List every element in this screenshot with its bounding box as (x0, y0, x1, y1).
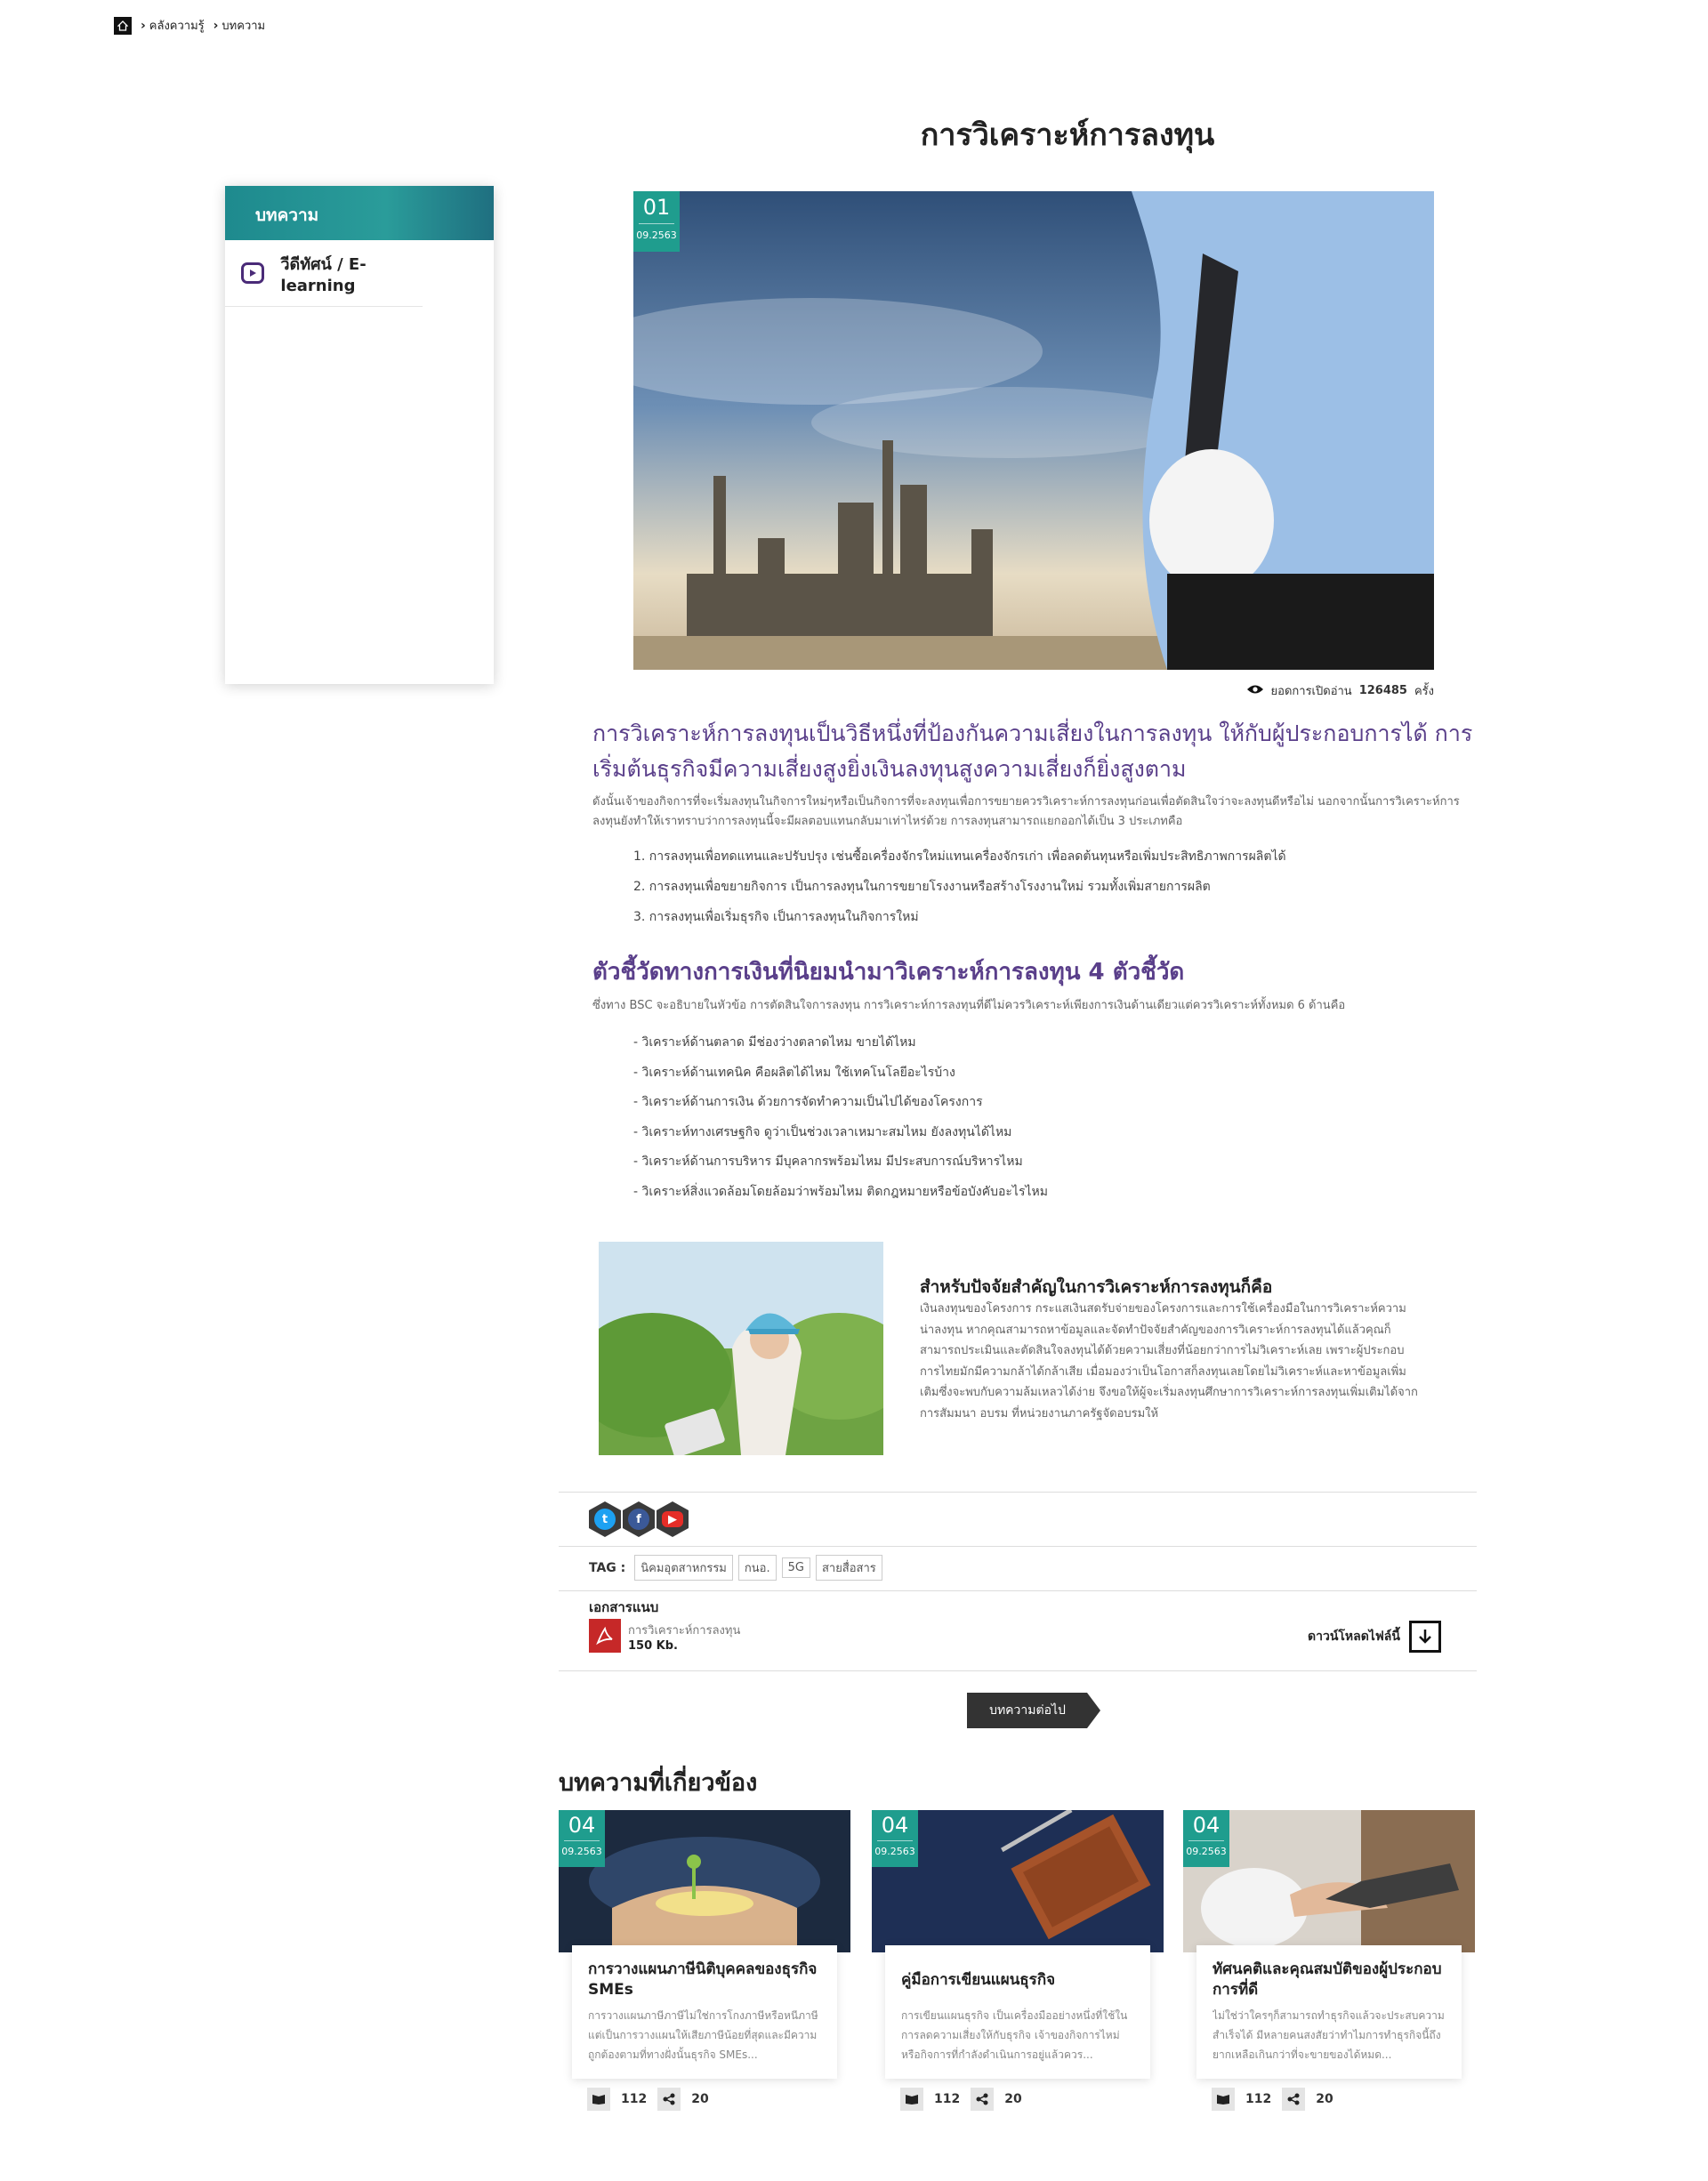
play-icon (241, 262, 265, 284)
card-title[interactable]: ทัศนคติและคุณสมบัติของผู้ประกอบการที่ดี (1213, 1958, 1446, 2002)
divider (559, 1546, 1477, 1547)
card-image[interactable]: 04 09.2563 (559, 1810, 850, 1952)
card-meta: 112 20 (900, 2088, 1022, 2111)
sidebar-header[interactable]: บทความ (225, 186, 494, 240)
list-item: - วิเคราะห์ด้านตลาด มีช่องว่างตลาดไหม ขา… (633, 1035, 916, 1050)
home-icon[interactable] (114, 16, 132, 35)
share-icon[interactable] (1282, 2088, 1306, 2111)
tag-label: TAG : (589, 1560, 626, 1575)
divider (559, 1492, 1477, 1493)
card-image[interactable]: 04 09.2563 (872, 1810, 1164, 1952)
tag[interactable]: กนอ. (737, 1555, 777, 1581)
sidebar-item-label: วีดีทัศน์ / E-learning (280, 255, 367, 295)
social-share: t f ▶ (589, 1501, 689, 1537)
list-item: 2. การลงทุนเพื่อขยายกิจการ เป็นการลงทุนใ… (633, 880, 1211, 894)
card-body[interactable]: ทัศนคติและคุณสมบัติของผู้ประกอบการที่ดี … (1196, 1945, 1462, 2079)
card-body[interactable]: คู่มือการเขียนแผนธุรกิจ การเขียนแผนธุรกิ… (885, 1945, 1150, 2079)
pdf-icon[interactable] (589, 1619, 621, 1653)
date-badge: 01 09.2563 (633, 191, 680, 252)
chevron-right-icon: › (141, 18, 146, 33)
divider (559, 1670, 1477, 1671)
view-count: ยอดการเปิดอ่าน 126485 ครั้ง (1068, 681, 1434, 700)
chevron-right-icon: › (213, 18, 219, 33)
card-image[interactable]: 04 09.2563 (1183, 1810, 1475, 1952)
feature-title: สำหรับปัจจัยสำคัญในการวิเคราะห์การลงทุนก… (920, 1277, 1273, 1297)
next-article-button[interactable]: บทความต่อไป (967, 1693, 1108, 1728)
list-item: - วิเคราะห์ด้านเทคนิค คือผลิตได้ไหม ใช้เ… (633, 1065, 955, 1080)
card-excerpt: ไม่ใช่ว่าใครๆก็สามารถทำธุรกิจแล้วจะประสบ… (1213, 2009, 1445, 2061)
facebook-icon[interactable]: f (623, 1501, 655, 1537)
section-paragraph: ซึ่งทาง BSC จะอธิบายในหัวข้อ การตัดสินใจ… (592, 999, 1346, 1012)
youtube-icon[interactable]: ▶ (657, 1501, 689, 1537)
related-card[interactable]: 04 09.2563 ทัศนคติและคุณสมบัติของผู้ประก… (1183, 1810, 1475, 2113)
breadcrumb-item-knowledge[interactable]: › คลังความรู้ (141, 16, 205, 35)
breadcrumb: › คลังความรู้ › บทความ (114, 16, 265, 35)
card-meta: 112 20 (587, 2088, 709, 2111)
tags: TAG : นิคมอุตสาหกรรม กนอ. 5G สายสื่อสาร (589, 1555, 882, 1581)
download-icon[interactable] (1408, 1621, 1441, 1653)
card-excerpt: การวางแผนภาษีภาษีไม่ใช่การโกงภาษีหรือหนี… (588, 2009, 818, 2061)
date-badge: 04 09.2563 (559, 1810, 605, 1867)
share-icon[interactable] (971, 2088, 995, 2111)
divider (559, 1590, 1477, 1591)
related-card[interactable]: 04 09.2563 คู่มือการเขียนแผนธุรกิจ การเข… (872, 1810, 1164, 2113)
feature-image (599, 1242, 883, 1455)
book-icon (587, 2088, 610, 2111)
list-item: - วิเคราะห์ด้านการเงิน ด้วยการจัดทำความเ… (633, 1095, 983, 1109)
related-card[interactable]: 04 09.2563 การวางแผนภาษีนิติบุคคลของธุรก… (559, 1810, 850, 2113)
book-icon (900, 2088, 923, 2111)
list-item: - วิเคราะห์สิ่งแวดล้อมโดยล้อมว่าพร้อมไหม… (633, 1184, 1048, 1199)
analysis-list: - วิเคราะห์ด้านตลาด มีช่องว่างตลาดไหม ขา… (633, 1028, 1434, 1207)
article-lead: การวิเคราะห์การลงทุนเป็นวิธีหนึ่งที่ป้อง… (592, 720, 1473, 782)
feature-text: เงินลงทุนของโครงการ กระแสเงินสดรับจ่ายขอ… (920, 1302, 1418, 1420)
tag[interactable]: สายสื่อสาร (815, 1555, 882, 1581)
card-body[interactable]: การวางแผนภาษีนิติบุคคลของธุรกิจ SMEs การ… (572, 1945, 837, 2079)
card-title[interactable]: การวางแผนภาษีนิติบุคคลของธุรกิจ SMEs (588, 1958, 821, 2002)
card-title[interactable]: คู่มือการเขียนแผนธุรกิจ (901, 1958, 1134, 2002)
hero-image: 01 09.2563 (633, 191, 1434, 670)
page-title: การวิเคราะห์การลงทุน (920, 117, 1215, 153)
list-item: - วิเคราะห์ด้านการบริหาร มีบุคลากรพร้อมไ… (633, 1155, 1023, 1169)
list-item: - วิเคราะห์ทางเศรษฐกิจ ดูว่าเป็นช่วงเวลา… (633, 1124, 1012, 1139)
investment-types-list: 1. การลงทุนเพื่อทดแทนและปรับปรุง เช่นซื้… (633, 841, 1434, 932)
breadcrumb-item-article[interactable]: › บทความ (214, 16, 265, 35)
list-item: 3. การลงทุนเพื่อเริ่มธุรกิจ เป็นการลงทุน… (633, 910, 919, 924)
book-icon (1212, 2088, 1235, 2111)
attachment-title: เอกสารแนบ (589, 1599, 659, 1615)
file-name[interactable]: การวิเคราะห์การลงทุน (628, 1621, 740, 1639)
twitter-icon[interactable]: t (589, 1501, 621, 1537)
eye-icon (1246, 684, 1264, 698)
tag[interactable]: นิคมอุตสาหกรรม (634, 1555, 733, 1581)
sidebar-item-video[interactable]: วีดีทัศน์ / E-learning (225, 240, 423, 307)
date-badge: 04 09.2563 (872, 1810, 918, 1867)
card-meta: 112 20 (1212, 2088, 1333, 2111)
list-item: 1. การลงทุนเพื่อทดแทนและปรับปรุง เช่นซื้… (633, 849, 1286, 864)
related-title: บทความที่เกี่ยวข้อง (559, 1769, 758, 1797)
article-paragraph: ดังนั้นเจ้าของกิจการที่จะเริ่มลงทุนในกิจ… (592, 795, 1460, 828)
section-heading: ตัวชี้วัดทางการเงินที่นิยมนำมาวิเคราะห์ก… (592, 959, 1185, 986)
share-icon[interactable] (657, 2088, 681, 2111)
download-button[interactable]: ดาวน์โหลดไฟล์นี้ (1308, 1621, 1441, 1653)
card-excerpt: การเขียนแผนธุรกิจ เป็นเครื่องมืออย่างหนึ… (901, 2009, 1128, 2061)
sidebar: บทความ วีดีทัศน์ / E-learning (225, 186, 494, 684)
tag[interactable]: 5G (781, 1557, 810, 1578)
file-size: 150 Kb. (628, 1639, 678, 1653)
date-badge: 04 09.2563 (1183, 1810, 1229, 1867)
